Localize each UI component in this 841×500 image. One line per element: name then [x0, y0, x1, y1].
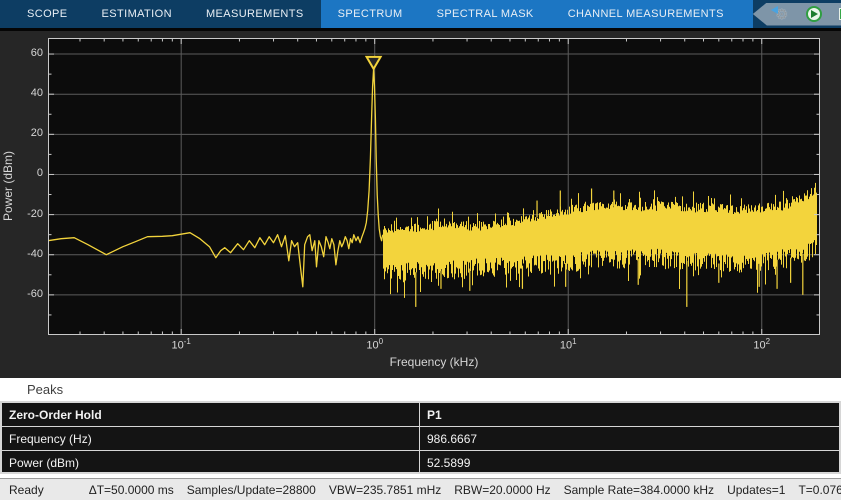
peaks-table: Zero-Order Hold P1 Frequency (Hz) 986.66…	[0, 401, 841, 474]
power-row-value: 52.5899	[420, 451, 839, 474]
peaks-panel-header[interactable]: Peaks	[0, 378, 841, 401]
peaks-table-header-row: Zero-Order Hold P1	[2, 403, 839, 427]
tab-measurements[interactable]: MEASUREMENTS	[189, 0, 321, 28]
x-axis-label: Frequency (kHz)	[48, 355, 820, 369]
tab-channel-measurements[interactable]: CHANNEL MEASUREMENTS	[551, 0, 741, 28]
status-samples-per-update: Samples/Update=28800	[187, 483, 316, 497]
tab-spectral-mask[interactable]: SPECTRAL MASK	[420, 0, 551, 28]
status-vbw: VBW=235.7851 mHz	[329, 483, 441, 497]
peaks-table-p1-header: P1	[420, 403, 839, 426]
y-tick-label: 40	[0, 87, 43, 99]
tab-group-contextual: SPECTRUM SPECTRAL MASK CHANNEL MEASUREME…	[321, 0, 753, 28]
y-tick-label: -60	[0, 288, 43, 300]
run-button[interactable]	[805, 5, 823, 23]
status-metrics: ΔT=50.0000 ms Samples/Update=28800 VBW=2…	[89, 483, 841, 497]
spectrum-figure: Power (dBm) 60 40 20 0 -20 -40 -60 10-1 100 101 1…	[0, 31, 841, 378]
play-icon	[806, 6, 822, 22]
tab-group-main: SCOPE ESTIMATION MEASUREMENTS	[10, 0, 321, 28]
step-forward-button[interactable]	[837, 5, 841, 23]
peaks-table-frequency-row: Frequency (Hz) 986.6667	[2, 427, 839, 451]
y-tick-label: 20	[0, 127, 43, 139]
y-axis-label: Power (dBm)	[1, 121, 15, 251]
y-tick-label: -20	[0, 208, 43, 220]
playback-controls: ⚙ •••	[753, 3, 841, 26]
status-bar: Ready ΔT=50.0000 ms Samples/Update=28800…	[0, 478, 841, 500]
x-tick-label: 10-1	[161, 337, 201, 352]
spectrum-plot-area[interactable]	[48, 38, 820, 335]
tab-scope[interactable]: SCOPE	[10, 0, 85, 28]
tab-spectrum[interactable]: SPECTRUM	[321, 0, 420, 28]
peaks-table-signal-header: Zero-Order Hold	[2, 403, 420, 426]
process-settings-icon[interactable]: ⚙	[773, 5, 791, 23]
arrow-left-icon	[771, 6, 778, 14]
tab-estimation[interactable]: ESTIMATION	[85, 0, 189, 28]
status-delta-t: ΔT=50.0000 ms	[89, 483, 174, 497]
y-tick-label: 60	[0, 47, 43, 59]
frequency-row-label: Frequency (Hz)	[2, 427, 420, 450]
y-tick-label: -40	[0, 248, 43, 260]
spectrum-analyzer-window: SCOPE ESTIMATION MEASUREMENTS SPECTRUM S…	[0, 0, 841, 500]
status-rbw: RBW=20.0000 Hz	[454, 483, 550, 497]
x-tick-label: 101	[548, 337, 588, 352]
power-row-label: Power (dBm)	[2, 451, 420, 474]
x-tick-label: 100	[355, 337, 395, 352]
peaks-panel-title: Peaks	[27, 382, 63, 397]
status-state: Ready	[9, 483, 44, 497]
status-sample-rate: Sample Rate=384.0000 kHz	[564, 483, 714, 497]
toolstrip: SCOPE ESTIMATION MEASUREMENTS SPECTRUM S…	[0, 0, 841, 28]
peaks-table-power-row: Power (dBm) 52.5899	[2, 451, 839, 474]
frequency-row-value: 986.6667	[420, 427, 839, 450]
y-tick-label: 0	[0, 167, 43, 179]
status-time: T=0.0761	[798, 483, 841, 497]
status-updates: Updates=1	[727, 483, 785, 497]
x-tick-label: 102	[742, 337, 782, 352]
